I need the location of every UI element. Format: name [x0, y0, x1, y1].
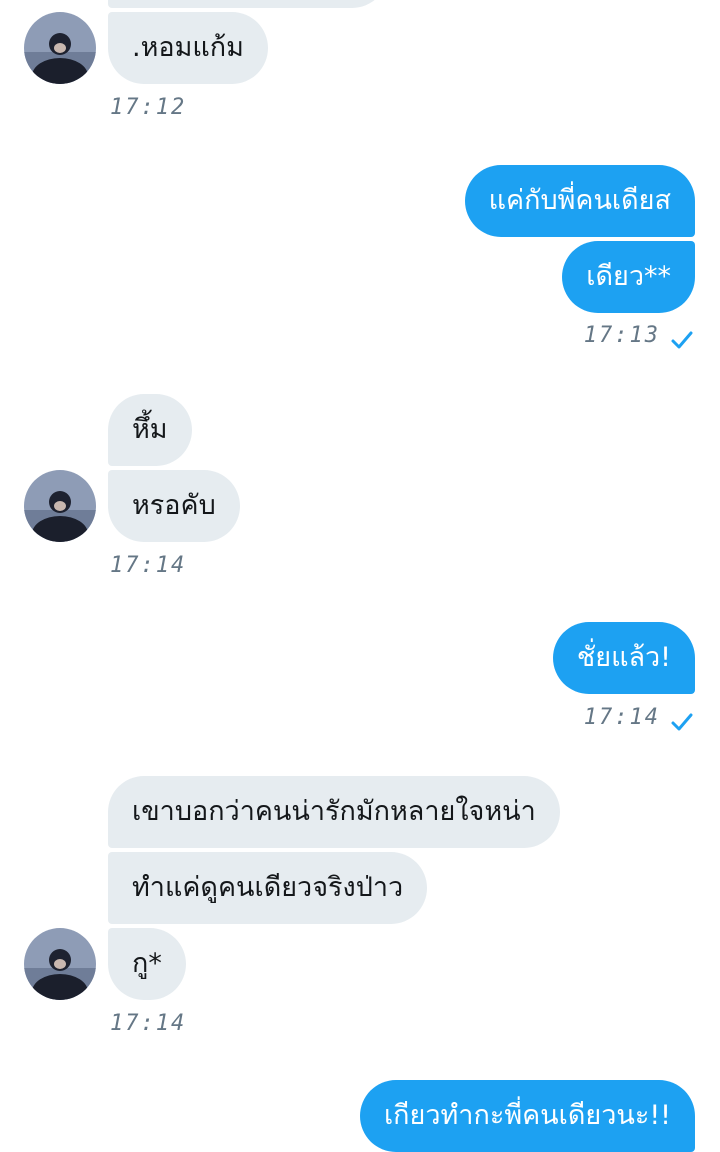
message-bubble-outgoing[interactable]: เกียวทำกะพี่คนเดียวนะ!!	[359, 1080, 695, 1152]
message-text: หรอคับ	[132, 490, 216, 521]
message-bubble-outgoing[interactable]: ชั่ยแล้ว!	[552, 622, 695, 694]
message-text: ทำแค่ดูคนเดียวจริงป่าว	[132, 872, 404, 903]
timestamp: 17:14	[110, 553, 187, 578]
avatar-image	[24, 12, 96, 84]
message-text: เขาบอกว่าคนน่ารักมักหลายใจหน่า	[132, 796, 536, 827]
message-text: .หอมแก้ม	[132, 32, 244, 63]
message-bubble-incoming-cropped[interactable]	[108, 0, 388, 8]
avatar-image	[24, 470, 96, 542]
message-bubble-incoming[interactable]: กู*	[108, 928, 186, 1000]
avatar[interactable]	[24, 928, 96, 1000]
avatar-image	[24, 928, 96, 1000]
avatar[interactable]	[24, 12, 96, 84]
timestamp: 17:12	[110, 95, 187, 120]
message-bubble-outgoing[interactable]: เดียว**	[562, 241, 695, 313]
check-icon	[671, 713, 693, 731]
timestamp: 17:14	[110, 1011, 187, 1036]
timestamp: 17:14	[583, 705, 660, 730]
message-text: เดียว**	[586, 261, 671, 292]
message-bubble-incoming[interactable]: หรอคับ	[108, 470, 240, 542]
message-bubble-incoming[interactable]: .หอมแก้ม	[108, 12, 268, 84]
message-text: ชั่ยแล้ว!	[576, 642, 671, 673]
message-text: กู*	[132, 948, 162, 979]
avatar[interactable]	[24, 470, 96, 542]
message-bubble-incoming[interactable]: เขาบอกว่าคนน่ารักมักหลายใจหน่า	[108, 776, 560, 848]
message-text: แค่กับพี่คนเดียส	[488, 185, 671, 216]
timestamp: 17:13	[583, 323, 660, 348]
message-bubble-incoming[interactable]: หึ้ม	[108, 394, 192, 466]
message-text: หึ้ม	[132, 414, 168, 445]
message-bubble-outgoing[interactable]: แค่กับพี่คนเดียส	[464, 165, 695, 237]
check-icon	[671, 331, 693, 349]
message-text: เกียวทำกะพี่คนเดียวนะ!!	[383, 1100, 671, 1131]
message-bubble-incoming[interactable]: ทำแค่ดูคนเดียวจริงป่าว	[108, 852, 428, 924]
